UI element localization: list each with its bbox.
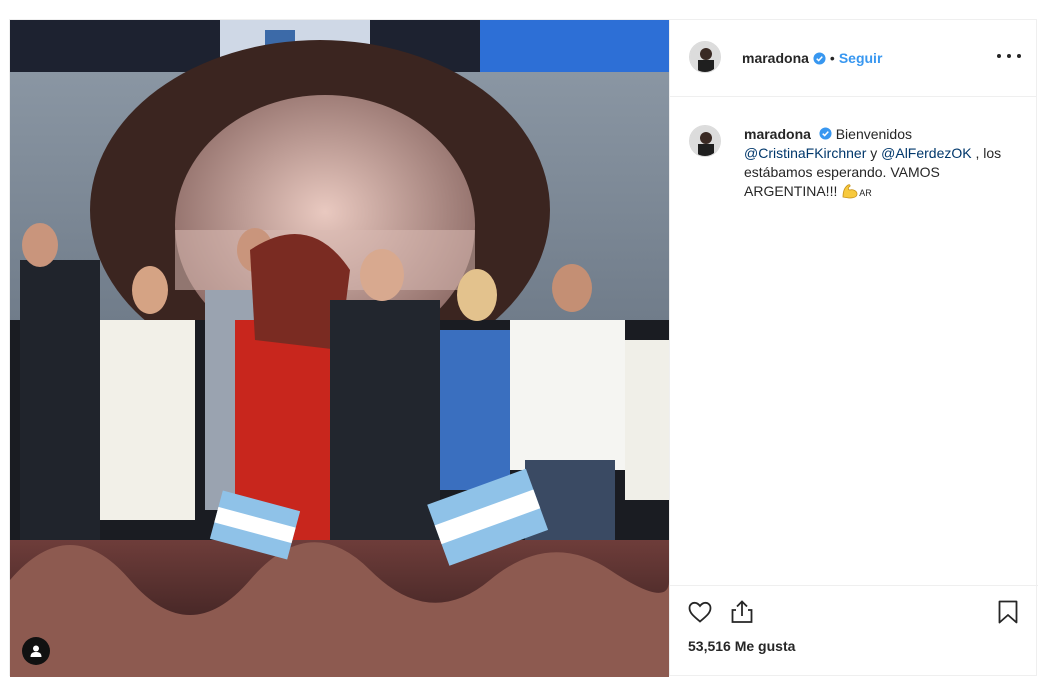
flag-text: AR <box>859 188 872 198</box>
separator-dot: • <box>829 50 835 66</box>
header-username[interactable]: maradona <box>742 50 809 66</box>
caption-connector: y <box>870 145 878 161</box>
post-actions: 53,516 Me gusta <box>670 585 1038 675</box>
flexed-biceps-emoji-icon <box>842 184 858 199</box>
likes-number: 53,516 <box>688 638 731 654</box>
likes-label: Me gusta <box>734 638 796 654</box>
avatar[interactable] <box>689 41 721 73</box>
caption-username[interactable]: maradona <box>744 126 811 142</box>
post-photo[interactable] <box>10 20 669 677</box>
mention-link-cristina[interactable]: @CristinaFKirchner <box>744 145 866 161</box>
heart-icon[interactable] <box>686 598 714 626</box>
caption-intro: Bienvenidos <box>835 126 912 142</box>
more-options-icon[interactable] <box>997 48 1021 64</box>
likes-count[interactable]: 53,516 Me gusta <box>688 638 795 654</box>
caption-text: maradona Bienvenidos @CristinaFKirchner … <box>744 125 1004 203</box>
verified-badge-icon <box>813 51 826 65</box>
caption-comma: , <box>975 145 980 161</box>
share-icon[interactable] <box>728 598 756 626</box>
post-side-panel: maradona • Seguir maradona Bienvenidos @… <box>669 20 1038 675</box>
post-header: maradona • Seguir <box>670 20 1037 97</box>
mention-link-alferdez[interactable]: @AlFerdezOK <box>881 145 971 161</box>
follow-button[interactable]: Seguir <box>839 50 883 66</box>
bookmark-icon[interactable] <box>994 598 1022 626</box>
photo-illustration <box>10 20 669 677</box>
verified-badge-icon <box>819 127 832 140</box>
caption-avatar[interactable] <box>689 125 721 157</box>
instagram-post: maradona • Seguir maradona Bienvenidos @… <box>9 19 1038 677</box>
user-tag-icon[interactable] <box>22 637 50 665</box>
